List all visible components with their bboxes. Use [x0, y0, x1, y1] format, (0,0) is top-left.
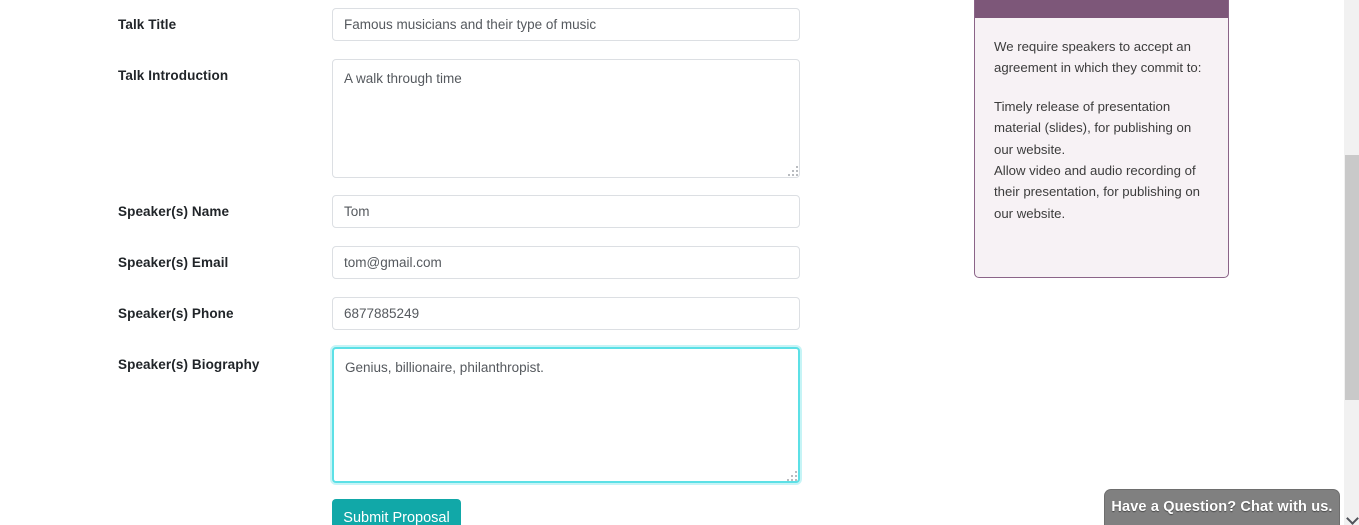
panel-paragraph-2: Timely release of presentation material …: [994, 98, 1192, 157]
label-speaker-email: Speaker(s) Email: [118, 255, 229, 270]
label-speaker-phone: Speaker(s) Phone: [118, 306, 234, 321]
textarea-speaker-biography[interactable]: [332, 347, 800, 483]
panel-paragraph-3: Allow video and audio recording of their…: [994, 162, 1201, 221]
chat-widget-tab[interactable]: Have a Question? Chat with us.: [1104, 489, 1340, 525]
input-talk-title[interactable]: [332, 8, 800, 41]
input-speaker-phone[interactable]: [332, 297, 800, 330]
label-talk-introduction: Talk Introduction: [118, 68, 229, 83]
scroll-down-arrow-icon[interactable]: [1344, 509, 1359, 525]
speaker-agreement-panel: We require speakers to accept an agreeme…: [974, 0, 1229, 278]
label-speaker-biography: Speaker(s) Biography: [118, 357, 260, 372]
input-speaker-name[interactable]: [332, 195, 800, 228]
textarea-talk-introduction[interactable]: [332, 59, 800, 178]
page-root: Talk Title Talk Introduction Speaker(s) …: [0, 0, 1359, 525]
panel-body: We require speakers to accept an agreeme…: [975, 18, 1228, 238]
panel-paragraph-1: We require speakers to accept an agreeme…: [994, 39, 1202, 76]
scrollbar-thumb[interactable]: [1345, 155, 1359, 400]
label-talk-title: Talk Title: [118, 17, 177, 32]
submit-proposal-button[interactable]: Submit Proposal: [332, 499, 461, 525]
input-speaker-email[interactable]: [332, 246, 800, 279]
label-speaker-name: Speaker(s) Name: [118, 204, 230, 219]
page-scrollbar[interactable]: [1343, 0, 1359, 525]
panel-header-title: [975, 0, 1228, 18]
